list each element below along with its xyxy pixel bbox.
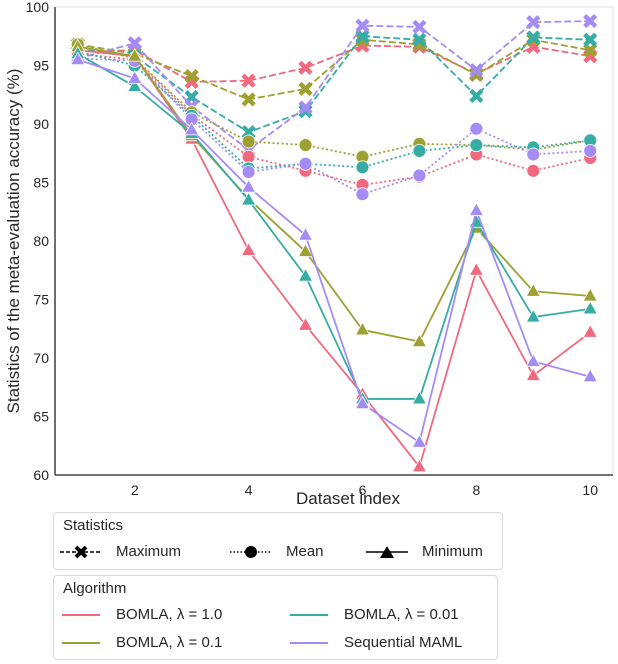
data-point-mean bbox=[469, 121, 484, 136]
circle-marker-icon bbox=[230, 545, 272, 558]
legend-entry-bomla-1: BOMLA, λ = 1.0 bbox=[60, 606, 222, 623]
data-point-mean bbox=[412, 144, 427, 158]
y-tick-label: 90 bbox=[33, 116, 49, 132]
legend-entry-minimum: Minimum bbox=[366, 543, 483, 560]
data-point-mean bbox=[412, 168, 427, 183]
legend-algorithm-title: Algorithm bbox=[63, 580, 127, 597]
data-point-mean bbox=[355, 187, 370, 202]
x-marker-icon bbox=[60, 545, 102, 558]
legend-label-bomla-001: BOMLA, λ = 0.01 bbox=[344, 606, 459, 623]
legend-entry-bomla-001: BOMLA, λ = 0.01 bbox=[288, 606, 459, 623]
legend-label-bomla-1: BOMLA, λ = 1.0 bbox=[116, 606, 223, 623]
legend-statistics: Statistics Maximum Mean Minimum bbox=[53, 512, 503, 570]
line-swatch-icon bbox=[290, 641, 328, 644]
y-tick-label: 70 bbox=[33, 350, 49, 366]
y-tick-label: 75 bbox=[33, 292, 49, 308]
x-axis-title: Dataset index bbox=[296, 489, 400, 508]
legend-label-maximum: Maximum bbox=[116, 543, 182, 560]
data-point-mean bbox=[469, 138, 484, 152]
y-axis-title: Statistics of the meta-evaluation accura… bbox=[4, 69, 23, 414]
legend-entry-maximum: Maximum bbox=[60, 543, 181, 560]
y-tick-label: 95 bbox=[33, 58, 49, 74]
legend-label-bomla-01: BOMLA, λ = 0.1 bbox=[116, 634, 223, 651]
triangle-marker-icon bbox=[366, 545, 408, 558]
y-tick-label: 80 bbox=[33, 233, 49, 249]
line-swatch-icon bbox=[62, 641, 100, 644]
legend-statistics-title: Statistics bbox=[63, 517, 124, 534]
data-point-mean bbox=[526, 163, 541, 178]
x-tick-label: 4 bbox=[245, 482, 253, 498]
data-point-mean bbox=[526, 147, 541, 162]
y-tick-label: 85 bbox=[33, 175, 49, 191]
legend-algorithm: Algorithm BOMLA, λ = 1.0 BOMLA, λ = 0.1 … bbox=[53, 575, 498, 660]
legend-label-seq-maml: Sequential MAML bbox=[344, 634, 463, 651]
y-tick-label: 100 bbox=[26, 0, 50, 15]
legend-entry-seq-maml: Sequential MAML bbox=[288, 634, 462, 651]
data-point-mean bbox=[583, 144, 598, 158]
chart-plot: 60657075808590951002 4 6 8 10 Dataset index … bbox=[4, 0, 614, 508]
legend-entry-bomla-01: BOMLA, λ = 0.1 bbox=[60, 634, 222, 651]
x-tick-label: 8 bbox=[472, 482, 480, 498]
line-swatch-icon bbox=[290, 613, 328, 616]
line-swatch-icon bbox=[62, 613, 100, 616]
data-point-mean bbox=[355, 160, 370, 175]
x-tick-label: 10 bbox=[582, 482, 598, 498]
legend-label-minimum: Minimum bbox=[422, 543, 483, 560]
legend-entry-mean: Mean bbox=[230, 543, 324, 560]
y-tick-label: 60 bbox=[33, 467, 49, 483]
data-point-mean bbox=[298, 138, 313, 152]
y-tick-label: 65 bbox=[33, 409, 49, 425]
data-point-mean bbox=[298, 156, 313, 171]
legend-label-mean: Mean bbox=[286, 543, 324, 560]
data-point-mean bbox=[241, 165, 256, 179]
data-point-mean bbox=[241, 134, 256, 149]
x-tick-label: 2 bbox=[131, 482, 139, 498]
data-point-mean bbox=[241, 149, 256, 164]
